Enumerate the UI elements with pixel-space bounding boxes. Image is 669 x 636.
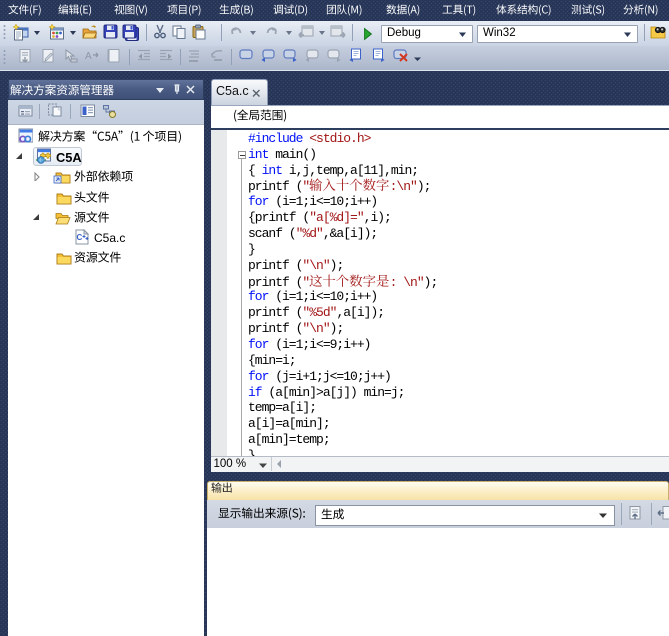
svg-text:A: A bbox=[85, 51, 92, 62]
svg-text:C: C bbox=[77, 233, 83, 242]
